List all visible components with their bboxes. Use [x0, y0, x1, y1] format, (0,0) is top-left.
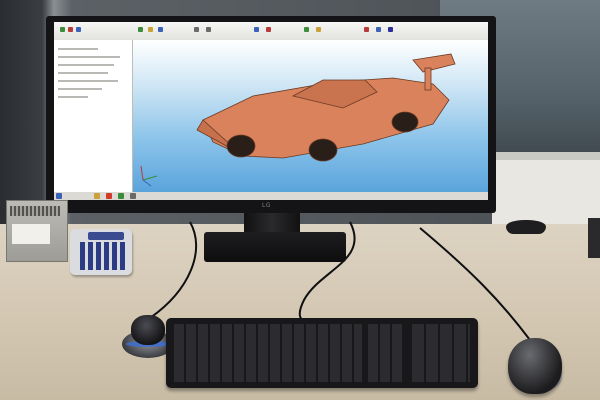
- keyboard-main-keys: [174, 324, 362, 382]
- keyboard-numpad: [412, 324, 470, 382]
- desk-edge-object: [588, 218, 600, 258]
- mouse-icon: [508, 338, 562, 394]
- puck-device: [506, 220, 546, 234]
- keyboard-nav-keys: [368, 324, 404, 382]
- desk-photo: LG: [0, 0, 600, 400]
- 3d-mouse-cap: [131, 315, 165, 345]
